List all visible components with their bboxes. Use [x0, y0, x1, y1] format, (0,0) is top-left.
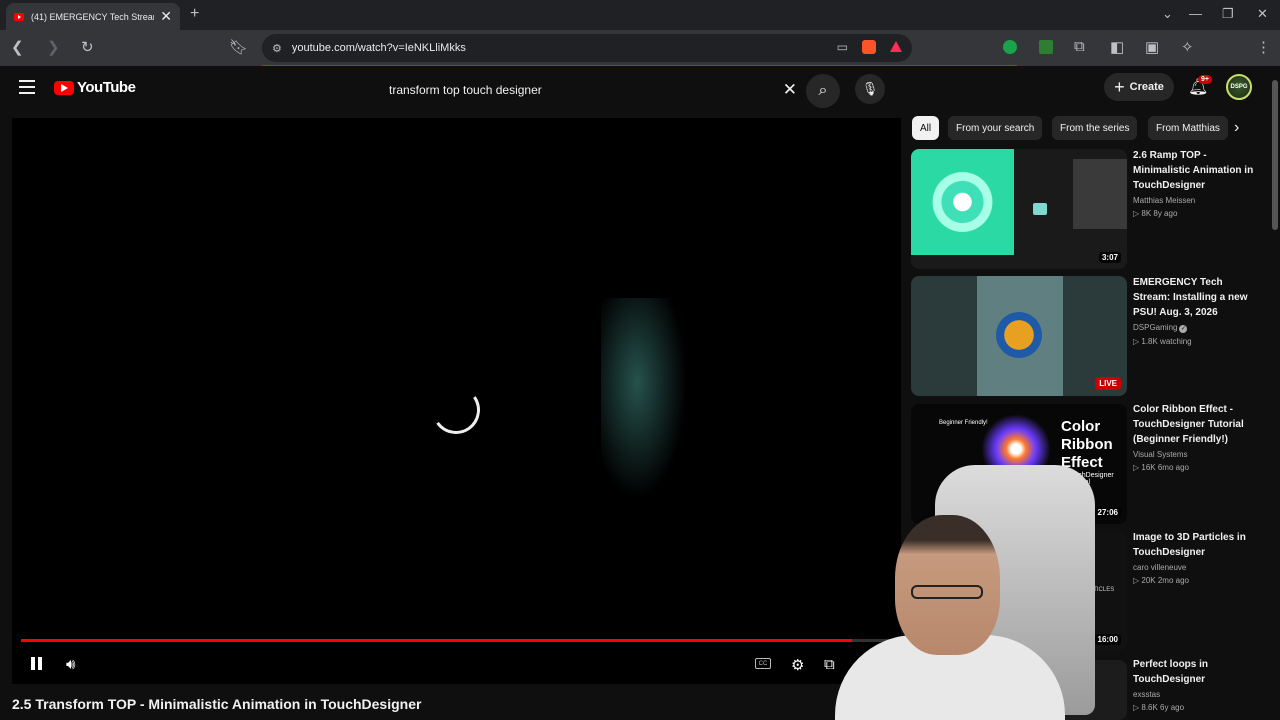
- extensions-icon[interactable]: ⧉: [1074, 38, 1085, 55]
- recommendation-title: Image to 3D Particles in TouchDesigner: [1133, 532, 1246, 558]
- recommendation-stats: ▷ 1.8K watching: [1133, 337, 1192, 346]
- site-info-icon[interactable]: ⚙: [272, 42, 282, 55]
- menu-icon[interactable]: ⋮: [1256, 38, 1271, 56]
- address-url: youtube.com/watch?v=IeNKLliMkks: [291, 42, 466, 54]
- create-button[interactable]: + Create: [1104, 73, 1174, 101]
- youtube-header: YouTube transform top touch designer ✕ ⌕…: [0, 66, 1280, 112]
- search-icon: ⌕: [818, 82, 828, 99]
- recommendation-thumbnail[interactable]: 3:07: [911, 149, 1127, 269]
- recommendation-stats: ▷ 20K 2mo ago: [1133, 576, 1189, 585]
- reload-icon[interactable]: ↻: [81, 38, 94, 56]
- live-badge: LIVE: [1095, 377, 1121, 390]
- page-scrollbar[interactable]: [1272, 80, 1278, 230]
- software-ui-thumbnail-art: [1073, 159, 1127, 229]
- search-query: transform top touch designer: [389, 83, 542, 97]
- forward-icon[interactable]: ❯: [47, 38, 60, 56]
- youtube-logo[interactable]: YouTube: [54, 79, 136, 96]
- voice-search-button[interactable]: 🎙︎: [855, 74, 885, 104]
- recommendation-meta[interactable]: 2.6 Ramp TOP - Minimalistic Animation in…: [1133, 148, 1261, 218]
- new-tab-icon[interactable]: +: [190, 5, 199, 23]
- create-label: Create: [1129, 81, 1164, 93]
- tab-search-icon[interactable]: ⌄: [1162, 6, 1173, 22]
- recommendation-channel: DSPGaming: [1133, 323, 1178, 332]
- cast-icon[interactable]: ▭: [837, 40, 848, 54]
- recommendation-thumbnail[interactable]: LIVE: [911, 276, 1127, 396]
- avatar-text: DSPG: [1230, 84, 1248, 90]
- browser-toolbar: ❮ ❯ ↻ 🔖︎ ⚙ youtube.com/watch?v=IeNKLliMk…: [0, 30, 1280, 66]
- browser-tabstrip: (41) EMERGENCY Tech Stream ✕ + ⌄ — ❐ ✕: [0, 0, 1280, 30]
- close-tab-icon[interactable]: ✕: [160, 8, 172, 25]
- recommendation-stats: ▷ 8.6K 6y ago: [1133, 703, 1185, 712]
- recommendation-title: Perfect loops in TouchDesigner: [1133, 659, 1209, 685]
- extension-green-icon[interactable]: [1003, 40, 1017, 54]
- recommendation-meta[interactable]: Color Ribbon Effect - TouchDesigner Tuto…: [1133, 402, 1261, 472]
- search-button[interactable]: ⌕: [806, 74, 840, 108]
- chip-from-your-search[interactable]: From your search: [948, 116, 1043, 140]
- guide-menu-icon[interactable]: [19, 80, 35, 98]
- notifications-badge: 9+: [1198, 75, 1212, 84]
- video-duration: 3:07: [1098, 252, 1121, 263]
- recommendation-channel: caro villeneuve: [1133, 563, 1187, 572]
- recommendation-channel: Matthias Meissen: [1133, 196, 1196, 205]
- close-window-icon[interactable]: ✕: [1257, 6, 1268, 22]
- youtube-favicon-icon: [14, 12, 24, 21]
- chip-from-the-series[interactable]: From the series: [1052, 116, 1138, 140]
- streamer-webcam-overlay: [815, 455, 1120, 720]
- wallet-icon[interactable]: ▣: [1145, 38, 1159, 56]
- recommendation-title: 2.6 Ramp TOP - Minimalistic Animation in…: [1133, 150, 1254, 191]
- brave-shields-icon[interactable]: [862, 40, 876, 54]
- volume-icon[interactable]: 🔊︎: [66, 656, 75, 673]
- progress-played[interactable]: [21, 639, 852, 642]
- back-icon[interactable]: ❮: [11, 38, 24, 56]
- restore-icon[interactable]: ❐: [1222, 6, 1234, 22]
- recommendation-channel: exsstas: [1133, 690, 1161, 699]
- video-title: 2.5 Transform TOP - Minimalistic Animati…: [12, 696, 422, 712]
- extension-puzzle-green-icon[interactable]: [1039, 40, 1053, 54]
- search-input[interactable]: transform top touch designer ✕: [374, 72, 806, 108]
- video-frame-glimpse: [601, 298, 691, 508]
- chip-from-matthias[interactable]: From Matthias: [1148, 116, 1228, 140]
- recommendation-stats: ▷ 8K 8y ago: [1133, 209, 1178, 218]
- captions-icon[interactable]: CC: [755, 658, 771, 669]
- ramp-thumbnail-art: [911, 149, 1014, 255]
- clear-search-icon[interactable]: ✕: [783, 80, 797, 100]
- avatar[interactable]: DSPG: [1226, 74, 1252, 100]
- browser-tab[interactable]: (41) EMERGENCY Tech Stream ✕: [6, 3, 180, 30]
- brave-rewards-icon[interactable]: [890, 41, 902, 52]
- pause-button[interactable]: [31, 657, 43, 670]
- streamer-glasses: [911, 585, 983, 599]
- node-thumbnail-art: [1033, 203, 1047, 215]
- sidebar-icon[interactable]: ◧: [1110, 38, 1124, 56]
- video-player[interactable]: 🔊︎ CC ⚙ ⧉: [12, 118, 901, 684]
- leo-icon[interactable]: ✧: [1181, 38, 1194, 56]
- mic-icon: 🎙︎: [861, 81, 879, 96]
- youtube-play-icon: [54, 80, 74, 95]
- verified-icon: ✓: [1179, 325, 1188, 333]
- recommendation-meta[interactable]: EMERGENCY Tech Stream: Installing a new …: [1133, 275, 1261, 346]
- chips-next-icon[interactable]: ›: [1234, 119, 1239, 137]
- chip-all[interactable]: All: [912, 116, 940, 140]
- settings-gear-icon[interactable]: ⚙: [791, 656, 804, 674]
- recommendation-title: Color Ribbon Effect - TouchDesigner Tuto…: [1133, 404, 1244, 445]
- tab-title: (41) EMERGENCY Tech Stream: [31, 11, 155, 22]
- bookmark-icon[interactable]: 🔖︎: [229, 38, 248, 56]
- recommendation-meta[interactable]: Image to 3D Particles in TouchDesigner c…: [1133, 530, 1261, 585]
- recommendation-title: EMERGENCY Tech Stream: Installing a new …: [1133, 277, 1248, 318]
- related-filter-chips: All From your search From the series Fro…: [912, 116, 1248, 140]
- plus-icon: +: [1114, 76, 1125, 97]
- dspgaming-logo-icon: [996, 312, 1042, 358]
- youtube-logo-text: YouTube: [77, 79, 136, 96]
- address-bar[interactable]: ⚙ youtube.com/watch?v=IeNKLliMkks ▭: [262, 34, 912, 62]
- loading-spinner-icon: [428, 382, 484, 438]
- thumbnail-tag: Beginner Friendly!: [939, 420, 988, 426]
- recommendation-meta[interactable]: Perfect loops in TouchDesigner exsstas ▷…: [1133, 657, 1261, 712]
- minimize-icon[interactable]: —: [1189, 6, 1202, 21]
- recommendation-channel: Visual Systems: [1133, 450, 1188, 459]
- recommendation-stats: ▷ 16K 6mo ago: [1133, 463, 1189, 472]
